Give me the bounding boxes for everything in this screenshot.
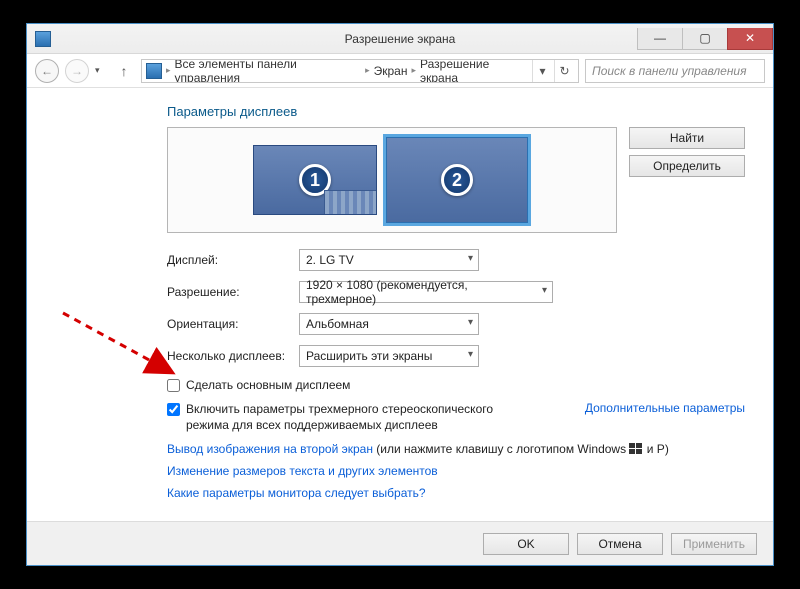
make-main-label: Сделать основным дисплеем	[186, 377, 745, 393]
ok-button[interactable]: OK	[483, 533, 569, 555]
make-main-row: Сделать основным дисплеем	[167, 377, 745, 393]
project-text: (или нажмите клавишу с логотипом Windows	[373, 442, 629, 456]
breadcrumb-item[interactable]: Разрешение экрана	[420, 59, 528, 83]
multi-display-row: Несколько дисплеев: Расширить эти экраны	[167, 345, 745, 367]
which-settings-link[interactable]: Какие параметры монитора следует выбрать…	[167, 486, 426, 500]
stereo3d-checkbox[interactable]	[167, 403, 180, 416]
display-arrangement[interactable]: 1 2	[167, 127, 617, 233]
multi-display-select[interactable]: Расширить эти экраны	[299, 345, 479, 367]
window: Разрешение экрана — ▢ ✕ ← → ▾ ↑ ▸ Все эл…	[26, 23, 774, 566]
cancel-button[interactable]: Отмена	[577, 533, 663, 555]
navbar: ← → ▾ ↑ ▸ Все элементы панели управления…	[27, 54, 773, 88]
project-tail: и P)	[643, 442, 668, 456]
address-bar[interactable]: ▸ Все элементы панели управления ▸ Экран…	[141, 59, 579, 83]
address-dropdown[interactable]: ▾	[532, 60, 552, 82]
windows-key-icon	[629, 443, 643, 455]
display-label: Дисплей:	[167, 253, 299, 267]
resolution-label: Разрешение:	[167, 285, 299, 299]
advanced-link[interactable]: Дополнительные параметры	[585, 401, 745, 415]
maximize-button[interactable]: ▢	[682, 28, 728, 50]
stereo3d-label: Включить параметры трехмерного стереоско…	[186, 401, 526, 433]
search-placeholder: Поиск в панели управления	[592, 64, 747, 78]
monitor-2[interactable]: 2	[383, 134, 531, 226]
identify-button[interactable]: Определить	[629, 155, 745, 177]
display-preview-row: 1 2 Найти Определить	[167, 127, 745, 233]
text-size-line: Изменение размеров текста и других элеме…	[167, 464, 745, 478]
back-button[interactable]: ←	[35, 59, 59, 83]
display-select[interactable]: 2. LG TV	[299, 249, 479, 271]
project-link[interactable]: Вывод изображения на второй экран	[167, 442, 373, 456]
text-size-link[interactable]: Изменение размеров текста и других элеме…	[167, 464, 438, 478]
chevron-right-icon: ▸	[365, 65, 370, 76]
chevron-right-icon: ▸	[166, 65, 171, 76]
resolution-row: Разрешение: 1920 × 1080 (рекомендуется, …	[167, 281, 745, 303]
detect-button[interactable]: Найти	[629, 127, 745, 149]
footer: OK Отмена Применить	[27, 521, 773, 565]
history-dropdown[interactable]: ▾	[95, 65, 107, 76]
app-icon	[35, 31, 51, 47]
monitor-1[interactable]: 1	[253, 145, 377, 215]
monitor-number: 2	[441, 164, 473, 196]
project-line: Вывод изображения на второй экран (или н…	[167, 442, 745, 456]
refresh-button[interactable]: ↻	[554, 60, 574, 82]
orientation-row: Ориентация: Альбомная	[167, 313, 745, 335]
location-icon	[146, 63, 162, 79]
search-input[interactable]: Поиск в панели управления	[585, 59, 765, 83]
up-button[interactable]: ↑	[113, 60, 135, 82]
titlebar: Разрешение экрана — ▢ ✕	[27, 24, 773, 54]
chevron-right-icon: ▸	[411, 65, 416, 76]
breadcrumb-item[interactable]: Экран	[374, 64, 408, 78]
window-buttons: — ▢ ✕	[638, 28, 773, 50]
orientation-label: Ориентация:	[167, 317, 299, 331]
taskbar-indicator	[324, 190, 376, 214]
forward-button[interactable]: →	[65, 59, 89, 83]
make-main-checkbox[interactable]	[167, 379, 180, 392]
minimize-button[interactable]: —	[637, 28, 683, 50]
display-row: Дисплей: 2. LG TV	[167, 249, 745, 271]
apply-button[interactable]: Применить	[671, 533, 757, 555]
orientation-select[interactable]: Альбомная	[299, 313, 479, 335]
breadcrumb-item[interactable]: Все элементы панели управления	[175, 59, 362, 83]
multi-display-label: Несколько дисплеев:	[167, 349, 299, 363]
stereo3d-row: Включить параметры трехмерного стереоско…	[167, 401, 745, 433]
preview-buttons: Найти Определить	[629, 127, 745, 233]
content: Параметры дисплеев 1 2 Найти Определить …	[27, 88, 773, 521]
resolution-select[interactable]: 1920 × 1080 (рекомендуется, трехмерное)	[299, 281, 553, 303]
page-heading: Параметры дисплеев	[167, 104, 745, 119]
close-button[interactable]: ✕	[727, 28, 773, 50]
which-settings-line: Какие параметры монитора следует выбрать…	[167, 486, 745, 500]
